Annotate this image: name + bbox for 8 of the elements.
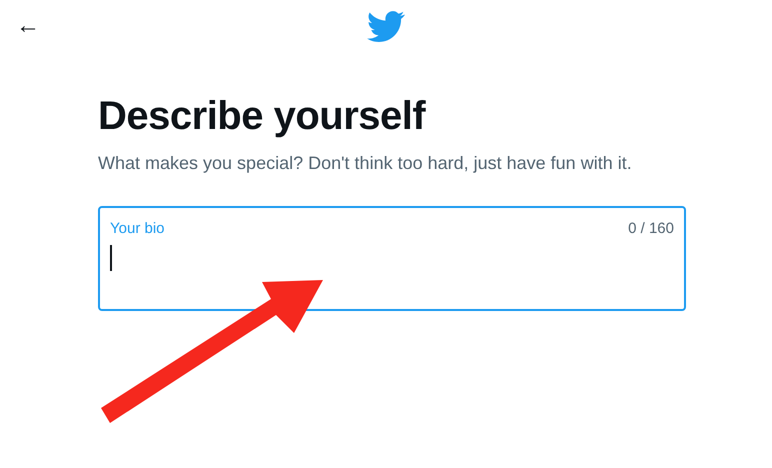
bird-logo-icon xyxy=(367,10,405,42)
bio-field[interactable]: Your bio 0 / 160 xyxy=(98,206,686,311)
character-counter: 0 / 160 xyxy=(628,219,674,239)
page-title: Describe yourself xyxy=(98,93,427,140)
text-cursor xyxy=(110,245,112,271)
back-button[interactable]: ← xyxy=(12,12,44,40)
field-label: Your bio xyxy=(110,219,164,239)
subtitle-text: What makes you special? Don't think too hard, just have fun with it. xyxy=(98,152,633,175)
